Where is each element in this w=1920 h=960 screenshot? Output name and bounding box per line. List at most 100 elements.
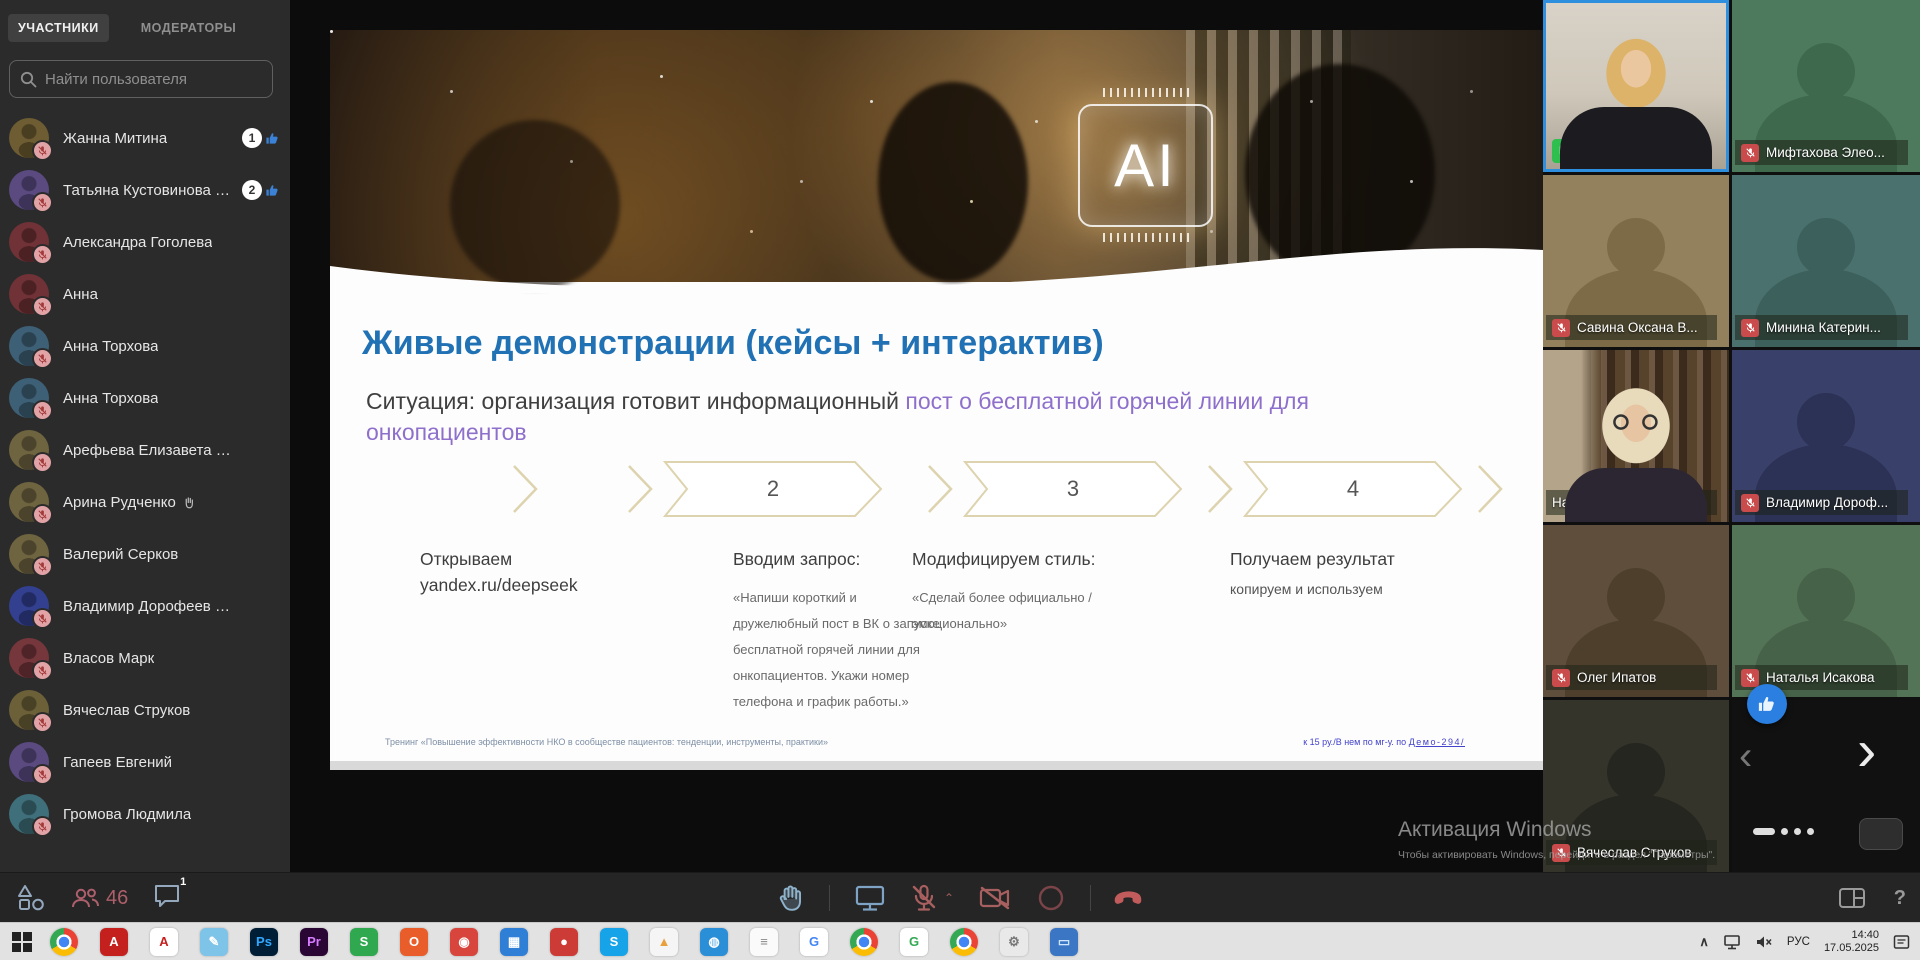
participant-row[interactable]: Арина Рудченко	[0, 476, 290, 528]
taskbar-app-icon[interactable]: ◍	[700, 928, 728, 956]
notification-center-icon[interactable]	[1893, 934, 1910, 950]
thumb-up-icon	[265, 183, 280, 198]
silhouette-head	[1797, 218, 1855, 276]
chat-button[interactable]: 1	[152, 882, 182, 915]
windows-taskbar: AA✎PsPrSO◉▦●S▲◍≡GG⚙▭ ∧ РУС 14:40 17.05.2…	[0, 922, 1920, 960]
taskbar-app-icon[interactable]: ▦	[500, 928, 528, 956]
avatar	[9, 430, 49, 470]
tile-name-label: Владимир Дороф...	[1735, 490, 1908, 515]
participant-row[interactable]: Жанна Митина 1	[0, 112, 290, 164]
mic-muted-badge	[32, 452, 53, 473]
taskbar-clock[interactable]: 14:40 17.05.2025	[1824, 929, 1879, 955]
participant-row[interactable]: Гапеев Евгений	[0, 736, 290, 788]
taskbar-app-icon[interactable]: Pr	[300, 928, 328, 956]
silhouette-head	[1797, 568, 1855, 626]
tray-expand-icon[interactable]: ∧	[1699, 934, 1709, 950]
video-tile[interactable]: Мифтахова Элео...	[1732, 0, 1920, 172]
help-button[interactable]: ?	[1894, 887, 1906, 910]
step-heading: Получаем результат	[1230, 546, 1480, 572]
participant-name: Громова Людмила	[63, 806, 191, 823]
taskbar-app-icon[interactable]: G	[900, 928, 928, 956]
participant-count[interactable]: 46	[70, 886, 128, 910]
microphone-muted-button[interactable]	[910, 883, 938, 913]
video-tile[interactable]: Олег Ипатов	[1543, 525, 1729, 697]
participant-row[interactable]: Вячеслав Струков	[0, 684, 290, 736]
page-indicator-dots[interactable]	[1753, 828, 1814, 835]
participant-row[interactable]: Александра Гоголева	[0, 216, 290, 268]
tray-volume-muted-icon[interactable]	[1755, 934, 1773, 950]
tile-participant-name: Вячеслав Струков	[1577, 845, 1692, 860]
taskbar-app-icon[interactable]: A	[100, 928, 128, 956]
leave-call-button[interactable]	[1115, 883, 1145, 913]
silhouette-head	[1797, 393, 1855, 451]
view-toggle-button[interactable]	[1859, 818, 1903, 850]
layout-shapes-icon[interactable]	[16, 884, 46, 912]
taskbar-app-icon[interactable]: Ps	[250, 928, 278, 956]
next-page-arrow[interactable]: ›	[1857, 722, 1876, 780]
participant-row[interactable]: Владимир Дорофеев Н.Новгород	[0, 580, 290, 632]
step-number: 4	[1245, 458, 1461, 520]
participants-sidebar: УЧАСТНИКИ МОДЕРАТОРЫ Жанна Митина	[0, 0, 290, 872]
screen-share-badge	[1552, 139, 1582, 163]
participant-row[interactable]: Громова Людмила	[0, 788, 290, 840]
mic-muted-badge	[32, 712, 53, 733]
hero-network-sparkles	[330, 30, 333, 33]
language-indicator[interactable]: РУС	[1787, 936, 1810, 948]
prev-page-arrow[interactable]: ‹	[1739, 736, 1752, 776]
taskbar-app-icon[interactable]	[50, 928, 78, 956]
taskbar-app-icon[interactable]	[950, 928, 978, 956]
start-button[interactable]	[12, 932, 32, 952]
participant-row[interactable]: Анна Торхова	[0, 372, 290, 424]
tile-name-label: Вячеслав Струков	[1546, 840, 1717, 865]
video-tile[interactable]: Минина Катерин...	[1732, 175, 1920, 347]
participant-row[interactable]: Валерий Серков	[0, 528, 290, 580]
taskbar-app-icon[interactable]: ▲	[650, 928, 678, 956]
taskbar-app-icon[interactable]: ⚙	[1000, 928, 1028, 956]
participant-row[interactable]: Власов Марк	[0, 632, 290, 684]
participant-row[interactable]: Анна	[0, 268, 290, 320]
tile-name-label: Олег Ипатов	[1546, 665, 1717, 690]
meeting-toolbar: 46 1 ⌃	[0, 872, 1920, 922]
thumb-reaction-bubble[interactable]	[1747, 684, 1787, 724]
taskbar-app-icon[interactable]: ▭	[1050, 928, 1078, 956]
search-box[interactable]	[9, 60, 273, 98]
video-tile[interactable]: Наталья Шаталова	[1543, 350, 1729, 522]
footer-right-link[interactable]: Демо-294/	[1409, 737, 1465, 747]
taskbar-app-icon[interactable]: O	[400, 928, 428, 956]
screen-share-button[interactable]	[854, 883, 886, 913]
taskbar-app-icon[interactable]: ✎	[200, 928, 228, 956]
taskbar-app-icon[interactable]	[850, 928, 878, 956]
taskbar-app-icon[interactable]: ◉	[450, 928, 478, 956]
taskbar-app-icon[interactable]: G	[800, 928, 828, 956]
video-tile[interactable]: Наталья Исакова	[1732, 525, 1920, 697]
raise-hand-button[interactable]	[775, 883, 805, 913]
grid-view-icon[interactable]	[1838, 886, 1866, 910]
tab-participants[interactable]: УЧАСТНИКИ	[8, 14, 109, 42]
search-input[interactable]	[45, 71, 262, 88]
taskbar-date: 17.05.2025	[1824, 942, 1879, 955]
tray-network-icon[interactable]	[1723, 934, 1741, 950]
slide-situation-text: Ситуация: организация готовит информацио…	[366, 386, 1526, 448]
camera-muted-button[interactable]	[978, 884, 1012, 912]
tab-moderators[interactable]: МОДЕРАТОРЫ	[131, 14, 246, 42]
slide-step-column: Получаем результат копируем и используем	[1230, 546, 1480, 597]
mic-muted-icon	[1741, 144, 1759, 162]
taskbar-app-icon[interactable]: ≡	[750, 928, 778, 956]
video-tile[interactable]: Наталья Семенова	[1543, 0, 1729, 172]
video-tile[interactable]: Савина Оксана В...	[1543, 175, 1729, 347]
toolbar-separator	[1090, 885, 1091, 911]
participant-row[interactable]: Анна Торхова	[0, 320, 290, 372]
participant-row[interactable]: Татьяна Кустовинова Вор... 2	[0, 164, 290, 216]
step-number: 2	[665, 458, 881, 520]
silhouette-head	[1607, 743, 1665, 801]
video-tile[interactable]: Владимир Дороф...	[1732, 350, 1920, 522]
video-tile[interactable]: Вячеслав Струков	[1543, 700, 1729, 872]
taskbar-app-icon[interactable]: S	[600, 928, 628, 956]
tile-participant-name: Наталья Семенова	[1576, 147, 1696, 162]
taskbar-app-icon[interactable]: ●	[550, 928, 578, 956]
participant-row[interactable]: Арефьева Елизавета Уфа	[0, 424, 290, 476]
record-button[interactable]	[1036, 883, 1066, 913]
mic-options-chevron[interactable]: ⌃	[944, 891, 954, 905]
taskbar-app-icon[interactable]: S	[350, 928, 378, 956]
taskbar-app-icon[interactable]: A	[150, 928, 178, 956]
